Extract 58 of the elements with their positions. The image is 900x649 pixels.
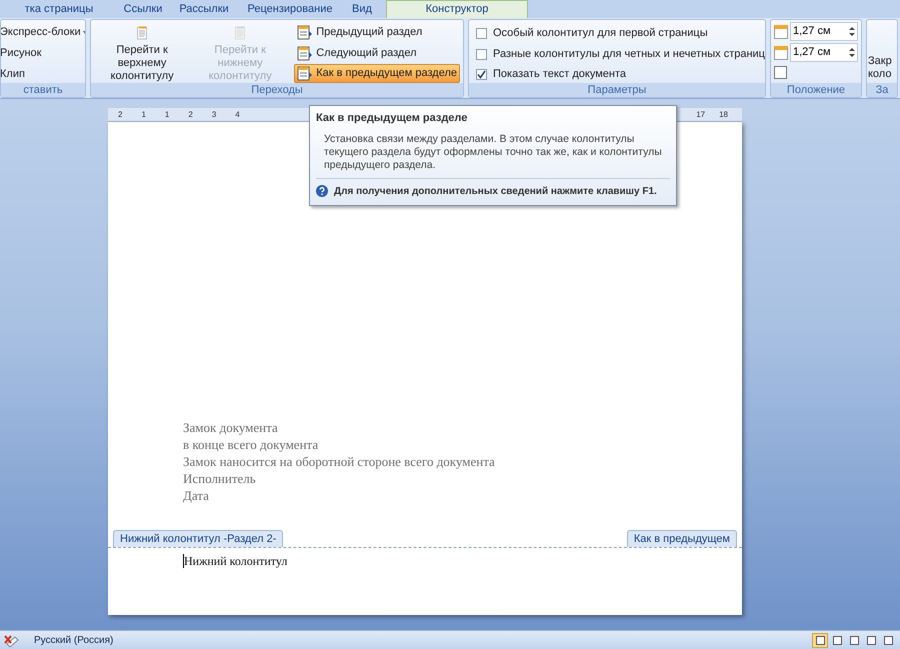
footer-text[interactable]: Нижний колонтитул — [183, 554, 288, 568]
help-icon — [316, 185, 328, 197]
checkbox[interactable]: Особый колонтитул для первой страницы — [476, 25, 765, 42]
tooltip-title: Как в предыдущем разделе — [316, 111, 468, 126]
ribbon-button[interactable]: Клип — [1, 66, 85, 83]
checkbox[interactable]: Показать текст документа — [476, 66, 765, 83]
group-label: За — [867, 83, 897, 97]
ribbon-button[interactable]: Следующий раздел — [294, 44, 460, 62]
ribbon-tab[interactable]: Ссылки — [120, 0, 166, 18]
document-text: Исполнитель — [183, 470, 257, 487]
ribbon-tab[interactable]: Рассылки — [168, 0, 240, 18]
page-icon — [297, 24, 314, 40]
spelling-icon[interactable] — [4, 634, 20, 646]
group-label: Переходы — [91, 83, 463, 97]
ribbon-button[interactable]: Предыдущий раздел — [294, 23, 460, 42]
checkbox[interactable]: Разные колонтитулы для четных и нечетных страниц — [476, 46, 765, 62]
document-text: Замок документа — [183, 419, 279, 436]
group-label: ставить — [1, 83, 85, 97]
ruler-number: 2 — [188, 108, 193, 120]
checkbox-box[interactable] — [476, 69, 487, 80]
ribbon-tab[interactable]: тка страницы — [0, 0, 118, 18]
checkbox-box[interactable] — [476, 48, 487, 60]
document-text: в конце всего документа — [183, 436, 320, 453]
spin-field[interactable]: 1,27 см — [790, 22, 858, 41]
spin-arrows-icon[interactable] — [849, 26, 855, 37]
ribbon-tab[interactable]: Рецензирование — [242, 0, 338, 18]
help-text: Для получения дополнительных сведений нажмите клавишу F1. — [334, 184, 657, 198]
group-label: Положение — [771, 83, 861, 97]
ribbon-button[interactable]: Перейти к верхнему колонтитулу — [94, 21, 190, 83]
language-status[interactable]: Русский (Россия) — [34, 632, 114, 648]
spin-arrows-icon[interactable] — [849, 47, 855, 58]
tooltip-text: Установка связи между разделами. В этом случае колонтитулы текущего раздела будут оформлены точно так же, как и колонтитулы предыдущего раздела. — [323, 132, 663, 172]
ruler-number: 3 — [212, 108, 216, 120]
ruler-number: 2 — [118, 108, 122, 120]
ribbon-button[interactable]: Рисунок — [1, 45, 85, 62]
ruler-number: 1 — [141, 108, 146, 120]
ruler-number: 18 — [719, 108, 728, 120]
ruler-number: 4 — [235, 108, 240, 120]
ruler-number: 17 — [696, 108, 706, 120]
button-text: Закр — [868, 55, 892, 68]
group-label: Параметры — [469, 83, 765, 97]
footer-label: Нижний колонтитул -Раздел 2- — [113, 530, 284, 547]
document-text: Замок наносится на оборотной стороне всего документа — [183, 453, 496, 470]
header-margin-icon — [774, 24, 788, 38]
same-as-previous-label: Как в предыдущем — [626, 530, 737, 547]
ribbon-tab[interactable]: Вид — [340, 0, 384, 18]
ribbon-tab[interactable]: Конструктор — [386, 0, 528, 18]
spin-field[interactable]: 1,27 см — [790, 43, 858, 62]
checkbox-box[interactable] — [476, 28, 487, 39]
document-text: Дата — [183, 487, 210, 504]
close-button[interactable]: Закр коло — [868, 21, 892, 83]
ruler-number: 1 — [164, 108, 170, 120]
footer-margin-icon — [774, 46, 788, 60]
view-button[interactable] — [812, 632, 828, 648]
button-text: коло — [868, 68, 892, 81]
page-icon — [297, 46, 314, 60]
ribbon-button[interactable]: Как в предыдущем разделе — [294, 64, 460, 83]
insert-tab-icon[interactable] — [774, 66, 787, 79]
